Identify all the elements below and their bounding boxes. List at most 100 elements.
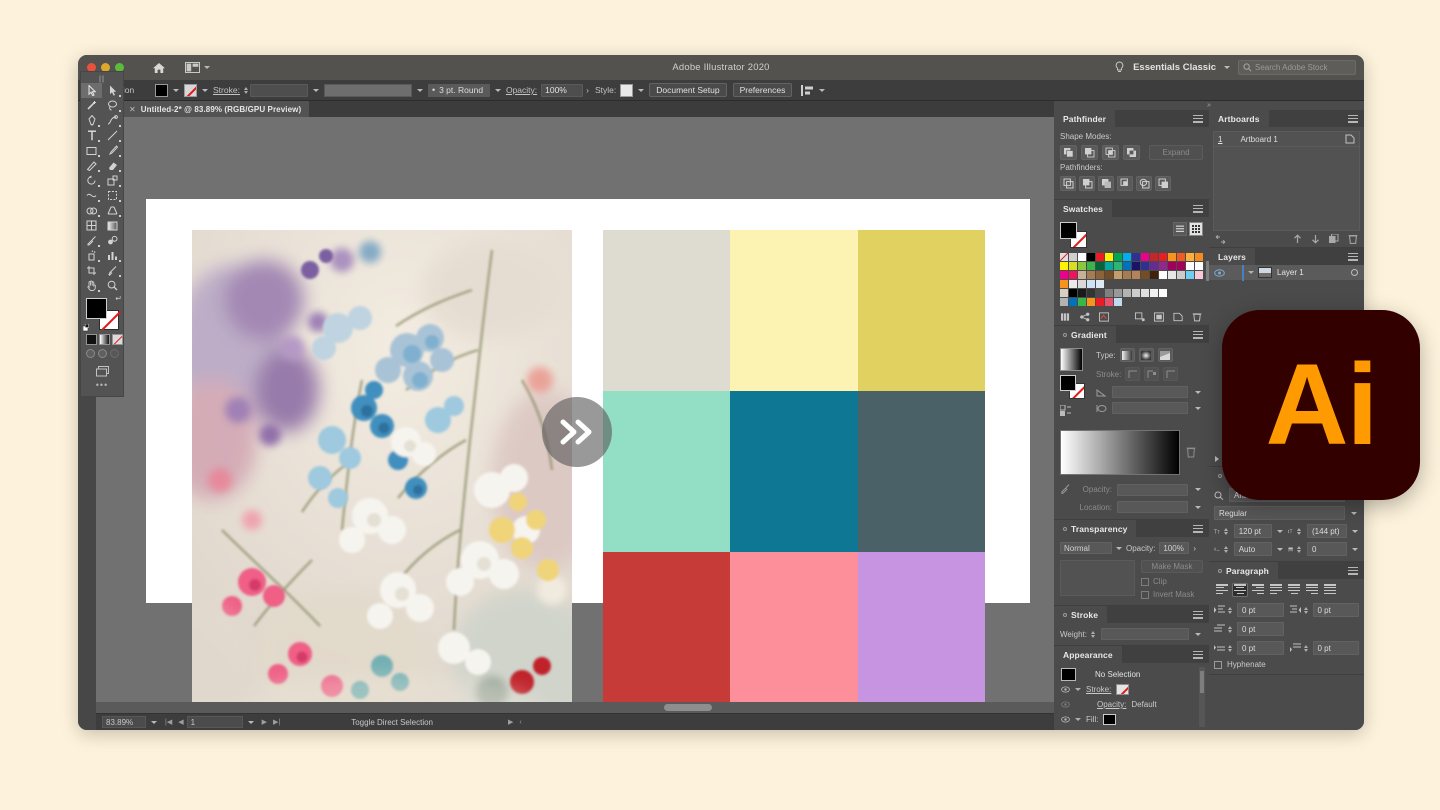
stroke-label[interactable]: Stroke: bbox=[213, 85, 240, 95]
scrollbar-thumb[interactable] bbox=[664, 704, 712, 711]
align-right-icon[interactable] bbox=[1250, 583, 1266, 597]
justify-last-right-icon[interactable] bbox=[1304, 583, 1320, 597]
gradient-fill-swatch[interactable] bbox=[1060, 375, 1076, 391]
swatch-chip[interactable] bbox=[1132, 280, 1140, 288]
angle-chevron-down-icon[interactable] bbox=[1195, 391, 1201, 394]
space-after-stepper[interactable] bbox=[1304, 645, 1308, 652]
lightbulb-icon[interactable] bbox=[1114, 61, 1125, 74]
swatch-cell-warm-grey[interactable] bbox=[603, 230, 730, 391]
hyphenate-row[interactable]: Hyphenate bbox=[1214, 660, 1359, 669]
paragraph-menu-icon[interactable] bbox=[1348, 567, 1358, 577]
swatch-chip[interactable] bbox=[1141, 298, 1149, 306]
rectangle-tool[interactable] bbox=[81, 143, 102, 158]
swatch-chip[interactable] bbox=[1105, 262, 1113, 270]
stroke-weight-chevron-down-icon[interactable] bbox=[313, 89, 319, 92]
direct-selection-tool[interactable] bbox=[102, 83, 123, 98]
stroke-weight-panel-stepper[interactable] bbox=[1091, 631, 1095, 638]
appearance-stroke-swatch[interactable] bbox=[1116, 684, 1129, 695]
space-before-stepper[interactable] bbox=[1228, 645, 1232, 652]
swatch-chip[interactable] bbox=[1078, 289, 1086, 297]
swatch-chip[interactable] bbox=[1105, 253, 1113, 261]
swatch-chip[interactable] bbox=[1078, 262, 1086, 270]
zoom-tool[interactable] bbox=[102, 278, 123, 293]
canvas-horizontal-scrollbar[interactable] bbox=[96, 702, 1127, 713]
font-size-chevron-down-icon[interactable] bbox=[1277, 530, 1283, 533]
symbol-sprayer-tool[interactable] bbox=[81, 248, 102, 263]
swap-fill-stroke-icon[interactable]: ↵ bbox=[115, 294, 122, 303]
fill-chevron-down-icon[interactable] bbox=[173, 89, 179, 92]
swatch-chip[interactable] bbox=[1141, 262, 1149, 270]
appearance-fill-label[interactable]: Fill: bbox=[1086, 715, 1098, 724]
rearrange-icon[interactable] bbox=[1215, 235, 1226, 244]
tracking-chevron-down-icon[interactable] bbox=[1352, 548, 1358, 551]
stroke-menu-icon[interactable] bbox=[1193, 611, 1203, 621]
layers-menu-icon[interactable] bbox=[1348, 253, 1358, 263]
expand-button[interactable]: Expand bbox=[1149, 145, 1203, 160]
kerning-stepper[interactable] bbox=[1224, 546, 1228, 553]
swatch-chip[interactable] bbox=[1060, 271, 1068, 279]
swatch-chip[interactable] bbox=[1114, 289, 1122, 297]
swatch-chip[interactable] bbox=[1141, 271, 1149, 279]
paintbrush-tool[interactable] bbox=[102, 143, 123, 158]
grid-view-icon[interactable] bbox=[1189, 222, 1203, 236]
gradient-location-field[interactable] bbox=[1117, 501, 1188, 513]
align-objects-icon[interactable] bbox=[801, 85, 814, 96]
swatch-chip[interactable] bbox=[1168, 262, 1176, 270]
transparency-opacity-field[interactable]: 100% bbox=[1159, 542, 1189, 554]
preferences-button[interactable]: Preferences bbox=[733, 83, 793, 97]
gradient-aspect-field[interactable] bbox=[1112, 402, 1188, 414]
transparency-flyout-icon[interactable]: › bbox=[1193, 544, 1196, 553]
swatch-chip[interactable] bbox=[1069, 253, 1077, 261]
stroke-weight-field[interactable] bbox=[250, 84, 308, 97]
dock-collapse-bar[interactable]: » bbox=[1054, 101, 1364, 110]
tab-pathfinder[interactable]: Pathfinder bbox=[1054, 110, 1115, 127]
clip-checkbox[interactable] bbox=[1141, 578, 1149, 586]
divide-icon[interactable] bbox=[1060, 176, 1076, 191]
space-before-field[interactable]: 0 pt bbox=[1237, 641, 1284, 655]
swatch-options-icon[interactable] bbox=[1135, 312, 1145, 322]
swatch-chip[interactable] bbox=[1177, 262, 1185, 270]
justify-last-center-icon[interactable] bbox=[1286, 583, 1302, 597]
gradient-location-chevron-down-icon[interactable] bbox=[1195, 506, 1201, 509]
exclude-icon[interactable] bbox=[1123, 145, 1140, 160]
new-swatch-icon[interactable] bbox=[1173, 312, 1183, 322]
indent-first-line-stepper[interactable] bbox=[1228, 626, 1232, 633]
swatch-chip[interactable] bbox=[1177, 280, 1185, 288]
line-segment-tool[interactable] bbox=[102, 128, 123, 143]
workspace-chevron-down-icon[interactable] bbox=[1224, 66, 1230, 69]
artboards-menu-icon[interactable] bbox=[1348, 115, 1358, 125]
swatch-chip[interactable] bbox=[1150, 262, 1158, 270]
swatch-chip[interactable] bbox=[1159, 298, 1167, 306]
visibility-icon[interactable] bbox=[1061, 716, 1070, 723]
kerning-chevron-down-icon[interactable] bbox=[1277, 548, 1283, 551]
scale-tool[interactable] bbox=[102, 173, 123, 188]
color-group-icon[interactable] bbox=[1080, 312, 1090, 322]
font-search-icon[interactable] bbox=[1214, 491, 1225, 500]
swatch-chip[interactable] bbox=[1168, 280, 1176, 288]
swatch-chip[interactable] bbox=[1159, 253, 1167, 261]
swatch-chip[interactable] bbox=[1060, 280, 1068, 288]
swatch-chip[interactable] bbox=[1123, 289, 1131, 297]
expand-fill-chevron-down-icon[interactable] bbox=[1075, 718, 1081, 721]
edit-toolbar-button[interactable]: ••• bbox=[81, 380, 123, 390]
artboard-name[interactable]: Artboard 1 bbox=[1240, 135, 1277, 144]
swatch-chip[interactable] bbox=[1141, 280, 1149, 288]
tab-appearance[interactable]: Appearance bbox=[1054, 646, 1122, 663]
eyedropper-tool[interactable] bbox=[81, 233, 102, 248]
layers-expand-icon[interactable] bbox=[1215, 456, 1222, 462]
stock-search-input[interactable]: Search Adobe Stock bbox=[1238, 60, 1356, 75]
swatch-cell-salmon-pink[interactable] bbox=[730, 552, 857, 713]
eraser-tool[interactable] bbox=[102, 158, 123, 173]
font-style-chevron-down-icon[interactable] bbox=[1351, 512, 1357, 515]
new-artboard-icon[interactable] bbox=[1329, 234, 1339, 244]
stroke-profile-chevron-down-icon[interactable] bbox=[417, 89, 423, 92]
draw-inside-button[interactable] bbox=[110, 349, 119, 358]
swatch-chip[interactable] bbox=[1195, 280, 1203, 288]
tab-gradient[interactable]: Gradient bbox=[1054, 326, 1116, 343]
stroke-weight-panel-field[interactable] bbox=[1101, 628, 1189, 640]
swatch-chip[interactable] bbox=[1195, 262, 1203, 270]
aspect-chevron-down-icon[interactable] bbox=[1195, 407, 1201, 410]
swatch-chip[interactable] bbox=[1114, 298, 1122, 306]
zoom-chevron-down-icon[interactable] bbox=[151, 721, 157, 724]
appearance-stroke-label[interactable]: Stroke: bbox=[1086, 685, 1111, 694]
